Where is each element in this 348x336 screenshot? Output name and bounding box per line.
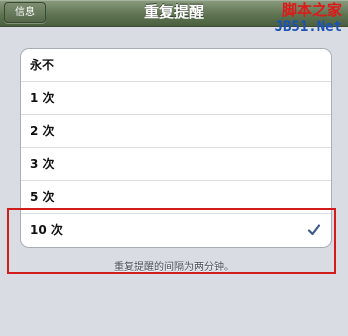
watermark-line-2: JB51.Net [274,19,342,35]
annotation-highlight-box [7,208,336,274]
option-row-never[interactable]: 永不 [21,49,331,82]
option-row-3-times[interactable]: 3 次 [21,148,331,181]
option-label: 永不 [30,58,55,72]
option-label: 3 次 [30,157,55,171]
watermark: 脚本之家 JB51.Net [274,1,342,36]
option-label: 2 次 [30,124,55,138]
option-row-2-times[interactable]: 2 次 [21,115,331,148]
navigation-bar: 信息 重复提醒 脚本之家 JB51.Net [0,0,348,35]
option-row-1-time[interactable]: 1 次 [21,82,331,115]
back-button-label: 信息 [15,7,35,18]
watermark-line-1: 脚本之家 [281,1,342,19]
option-label: 1 次 [30,91,55,105]
